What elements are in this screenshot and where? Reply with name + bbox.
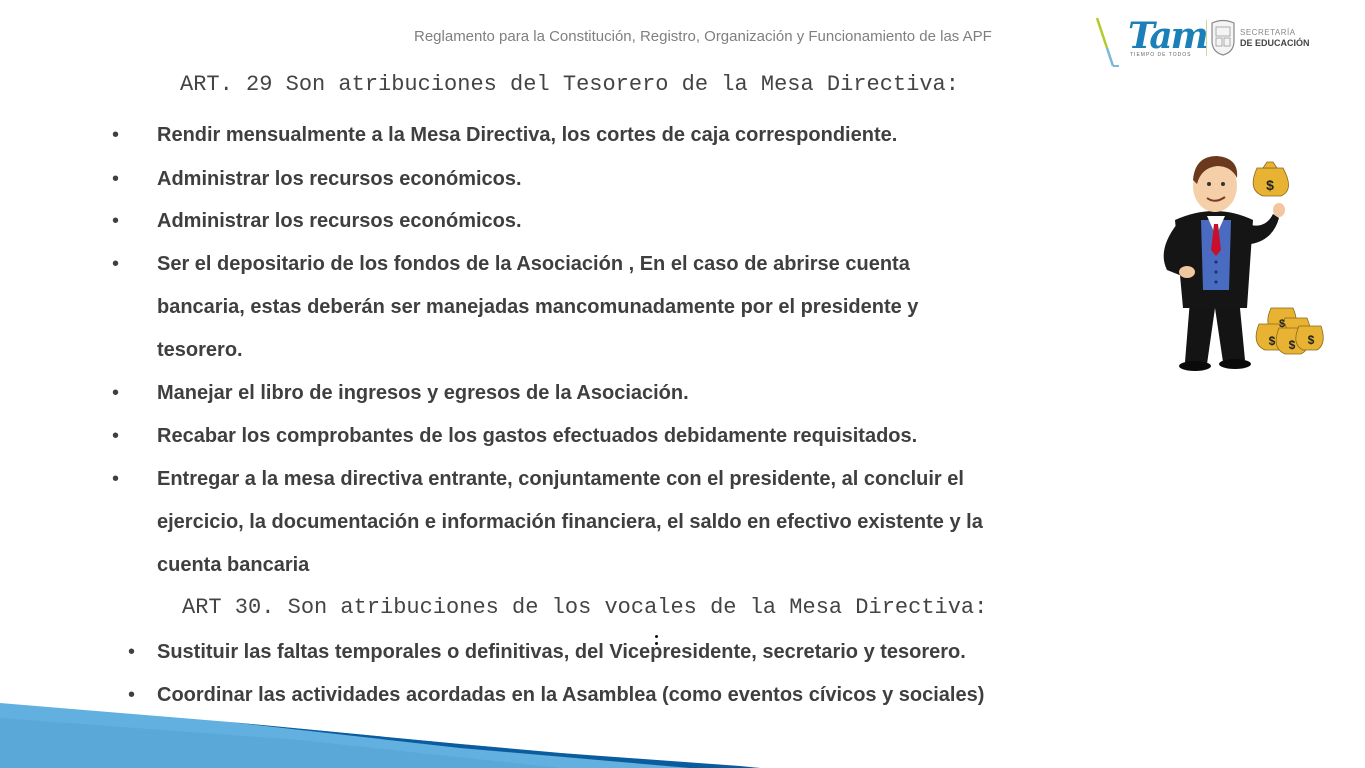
money-bag-icon: $ [1252, 161, 1289, 197]
art29-item-4-text-line-1: Ser el depositario de los fondos de la A… [157, 253, 910, 275]
secretaria-label: SECRETARÍA [1240, 28, 1296, 37]
svg-text:$: $ [1269, 334, 1276, 348]
bullet-icon: • [112, 425, 120, 447]
bullet-icon: • [112, 382, 120, 404]
tam-logo-tagline: TIEMPO DE TODOS [1130, 52, 1192, 58]
stray-colon-mark [655, 635, 659, 649]
art29-item-7-text-line-2: ejercicio, la documentación e informació… [157, 511, 983, 533]
tam-logo-text: Tam [1128, 15, 1209, 57]
svg-text:$: $ [1308, 333, 1315, 347]
art29-item-4-text-line-3: tesorero. [157, 339, 243, 361]
bullet-icon: • [112, 253, 120, 275]
art29-item-3-text: Administrar los recursos económicos. [157, 210, 522, 232]
secretaria-educacion-logo: SECRETARÍA DE EDUCACIÓN [1240, 28, 1310, 48]
art30-heading: ART 30. Son atribuciones de los vocales … [182, 595, 988, 620]
art29-item-2-text: Administrar los recursos económicos. [157, 168, 522, 190]
educacion-label: DE EDUCACIÓN [1240, 38, 1310, 48]
art30-item-1-text: Sustituir las faltas temporales o defini… [157, 641, 966, 663]
svg-text:$: $ [1279, 318, 1285, 330]
art29-item-4-text-line-2: bancaria, estas deberán ser manejadas ma… [157, 296, 919, 318]
art29-item-1-text: Rendir mensualmente a la Mesa Directiva,… [157, 124, 898, 146]
svg-text:$: $ [1266, 177, 1274, 193]
bullet-icon: • [112, 124, 120, 146]
coat-of-arms-icon [1211, 19, 1235, 56]
logo-divider [1206, 20, 1207, 56]
art29-item-6-text: Recabar los comprobantes de los gastos e… [157, 425, 918, 447]
art29-item-7-text-line-3: cuenta bancaria [157, 554, 310, 576]
bullet-icon: • [112, 210, 120, 232]
footer-wave-decoration [0, 703, 760, 768]
tam-logo: Tam TIEMPO DE TODOS [1128, 15, 1209, 62]
treasurer-illustration-icon: $ $ $ $ $ [1163, 156, 1324, 371]
logo-slash-icon [1095, 17, 1119, 67]
art29-item-5-text: Manejar el libro de ingresos y egresos d… [157, 382, 689, 404]
bullet-icon: • [112, 468, 120, 490]
svg-text:$: $ [1289, 338, 1296, 352]
bullet-icon: • [112, 168, 120, 190]
document-header-title: Reglamento para la Constitución, Registr… [414, 28, 992, 45]
art29-item-7-text-line-1: Entregar a la mesa directiva entrante, c… [157, 468, 964, 490]
art29-heading: ART. 29 Son atribuciones del Tesorero de… [180, 72, 959, 97]
bullet-icon: • [128, 641, 136, 663]
money-bag-pile-icon: $ $ $ $ [1255, 307, 1324, 355]
